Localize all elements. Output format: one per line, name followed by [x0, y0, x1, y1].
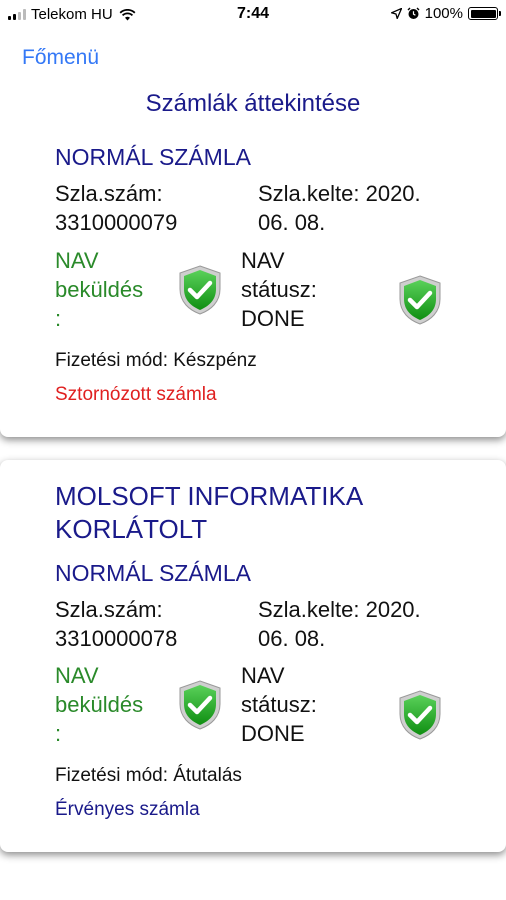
invoice-type: NORMÁL SZÁMLA [55, 144, 251, 170]
invoice-number: 3310000079 [55, 210, 178, 235]
invoice-type: NORMÁL SZÁMLA [55, 560, 251, 586]
invoice-number: 3310000078 [55, 626, 178, 651]
shield-check-icon [177, 679, 223, 731]
nav-send-label: NAV beküldés : [55, 248, 144, 331]
nav-status-label: NAV státusz: DONE [241, 248, 317, 331]
nav-send-label: NAV beküldés : [55, 663, 144, 746]
battery-percent: 100% [424, 5, 463, 22]
company-name: MOLSOFT INFORMATIKA KORLÁTOLT [55, 481, 364, 544]
invoice-card[interactable]: Számlák áttekintése NORMÁL SZÁMLA Szla.s… [0, 60, 506, 437]
payment-method: Fizetési mód: Készpénz [55, 350, 257, 371]
back-button-fomenu[interactable]: Főmenü [22, 46, 99, 70]
invoice-card[interactable]: MOLSOFT INFORMATIKA KORLÁTOLT NORMÁL SZÁ… [0, 460, 506, 852]
alarm-icon [407, 7, 420, 19]
invoice-state: Sztornózott számla [55, 384, 217, 405]
shield-check-icon [397, 689, 443, 741]
payment-method: Fizetési mód: Átutalás [55, 765, 242, 786]
status-right: 100% [390, 5, 501, 22]
nav-status-label: NAV státusz: DONE [241, 663, 317, 746]
status-bar: Telekom HU 7:44 100% [0, 0, 506, 30]
invoice-date-label: Szla.kelte: 2020. [258, 181, 421, 206]
navigation-bar: Főmenü [0, 30, 506, 84]
battery-icon [468, 7, 501, 20]
invoice-state: Érvényes számla [55, 799, 200, 820]
invoice-number-label: Szla.szám: [55, 181, 163, 206]
invoice-date: 06. 08. [258, 626, 326, 651]
location-icon [390, 8, 402, 19]
shield-check-icon [397, 274, 443, 326]
page-title: Számlák áttekintése [145, 90, 361, 117]
invoice-date: 06. 08. [258, 210, 326, 235]
invoice-number-label: Szla.szám: [55, 597, 163, 622]
invoice-date-label: Szla.kelte: 2020. [258, 597, 421, 622]
shield-check-icon [177, 264, 223, 316]
